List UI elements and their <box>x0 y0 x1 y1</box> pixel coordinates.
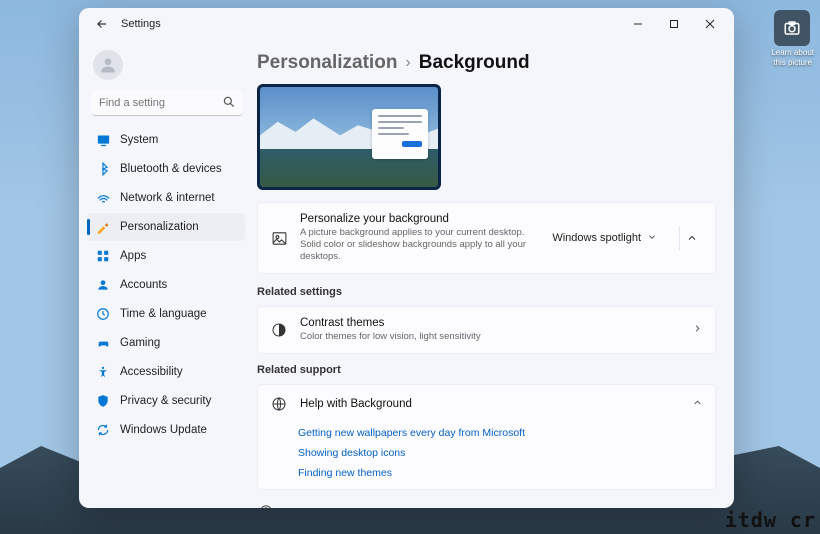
nav-label: Gaming <box>120 337 160 349</box>
picture-icon <box>270 229 288 247</box>
nav-bluetooth[interactable]: Bluetooth & devices <box>87 155 245 183</box>
nav-gaming[interactable]: Gaming <box>87 329 245 357</box>
background-preview <box>257 84 441 190</box>
dropdown-value: Windows spotlight <box>552 232 641 244</box>
search-icon <box>222 95 236 114</box>
nav-label: Accessibility <box>120 366 183 378</box>
content-area: Personalization › Background Personalize… <box>251 40 734 508</box>
breadcrumb-current: Background <box>419 52 530 74</box>
related-support-heading: Related support <box>257 364 716 376</box>
personalize-title: Personalize your background <box>300 213 534 225</box>
search-box[interactable] <box>91 90 243 116</box>
chevron-right-icon <box>692 321 703 339</box>
breadcrumb-parent[interactable]: Personalization <box>257 52 397 74</box>
help-icon <box>259 504 273 508</box>
contrast-title: Contrast themes <box>300 317 680 329</box>
support-link-wallpapers[interactable]: Getting new wallpapers every day from Mi… <box>298 427 703 439</box>
nav-system[interactable]: System <box>87 126 245 154</box>
gaming-icon <box>95 335 111 351</box>
nav-privacy[interactable]: Privacy & security <box>87 387 245 415</box>
nav-label: Accounts <box>120 279 167 291</box>
nav-label: Apps <box>120 250 146 262</box>
help-expander-header[interactable]: Help with Background <box>258 385 715 423</box>
contrast-themes-row[interactable]: Contrast themes Color themes for low vis… <box>257 306 716 354</box>
titlebar: Settings <box>79 8 734 40</box>
apps-icon <box>95 248 111 264</box>
settings-window: Settings System Bluetooth & devices Netw… <box>79 8 734 508</box>
nav-label: Time & language <box>120 308 207 320</box>
related-settings-heading: Related settings <box>257 286 716 298</box>
chevron-right-icon: › <box>405 54 410 72</box>
spotlight-desktop-icon[interactable] <box>774 10 810 46</box>
get-help-label: Get help <box>283 508 323 509</box>
accessibility-icon <box>95 364 111 380</box>
personalize-background-row: Personalize your background A picture ba… <box>257 202 716 274</box>
nav-label: Personalization <box>120 221 199 233</box>
nav-label: Windows Update <box>120 424 207 436</box>
user-avatar[interactable] <box>93 50 123 80</box>
nav-apps[interactable]: Apps <box>87 242 245 270</box>
nav-accessibility[interactable]: Accessibility <box>87 358 245 386</box>
nav-network[interactable]: Network & internet <box>87 184 245 212</box>
support-link-themes[interactable]: Finding new themes <box>298 467 703 479</box>
bluetooth-icon <box>95 161 111 177</box>
maximize-button[interactable] <box>656 8 692 40</box>
chevron-up-icon <box>692 395 703 413</box>
nav-label: Network & internet <box>120 192 215 204</box>
nav-time[interactable]: Time & language <box>87 300 245 328</box>
help-with-background-box: Help with Background Getting new wallpap… <box>257 384 716 490</box>
nav-label: System <box>120 134 158 146</box>
back-button[interactable] <box>91 13 113 35</box>
search-input[interactable] <box>91 90 243 116</box>
nav-label: Bluetooth & devices <box>120 163 222 175</box>
close-button[interactable] <box>692 8 728 40</box>
system-icon <box>95 132 111 148</box>
expand-button[interactable] <box>679 226 703 250</box>
spotlight-tooltip: Learn about this picture <box>771 48 814 68</box>
background-type-dropdown[interactable]: Windows spotlight <box>546 228 663 249</box>
privacy-icon <box>95 393 111 409</box>
accounts-icon <box>95 277 111 293</box>
watermark: itdw cr <box>725 508 816 532</box>
nav-accounts[interactable]: Accounts <box>87 271 245 299</box>
contrast-subtitle: Color themes for low vision, light sensi… <box>300 331 680 343</box>
window-title: Settings <box>121 18 161 30</box>
nav-update[interactable]: Windows Update <box>87 416 245 444</box>
help-title: Help with Background <box>300 398 412 410</box>
network-icon <box>95 190 111 206</box>
personalize-subtitle: A picture background applies to your cur… <box>300 227 534 263</box>
personalization-icon <box>95 219 111 235</box>
chevron-down-icon <box>647 232 657 245</box>
minimize-button[interactable] <box>620 8 656 40</box>
update-icon <box>95 422 111 438</box>
time-icon <box>95 306 111 322</box>
get-help-link[interactable]: Get help <box>257 500 716 508</box>
nav-label: Privacy & security <box>120 395 211 407</box>
breadcrumb: Personalization › Background <box>257 52 716 74</box>
support-link-desktop-icons[interactable]: Showing desktop icons <box>298 447 703 459</box>
contrast-icon <box>270 321 288 339</box>
nav-personalization[interactable]: Personalization <box>87 213 245 241</box>
sidebar: System Bluetooth & devices Network & int… <box>79 40 251 508</box>
globe-icon <box>270 395 288 413</box>
